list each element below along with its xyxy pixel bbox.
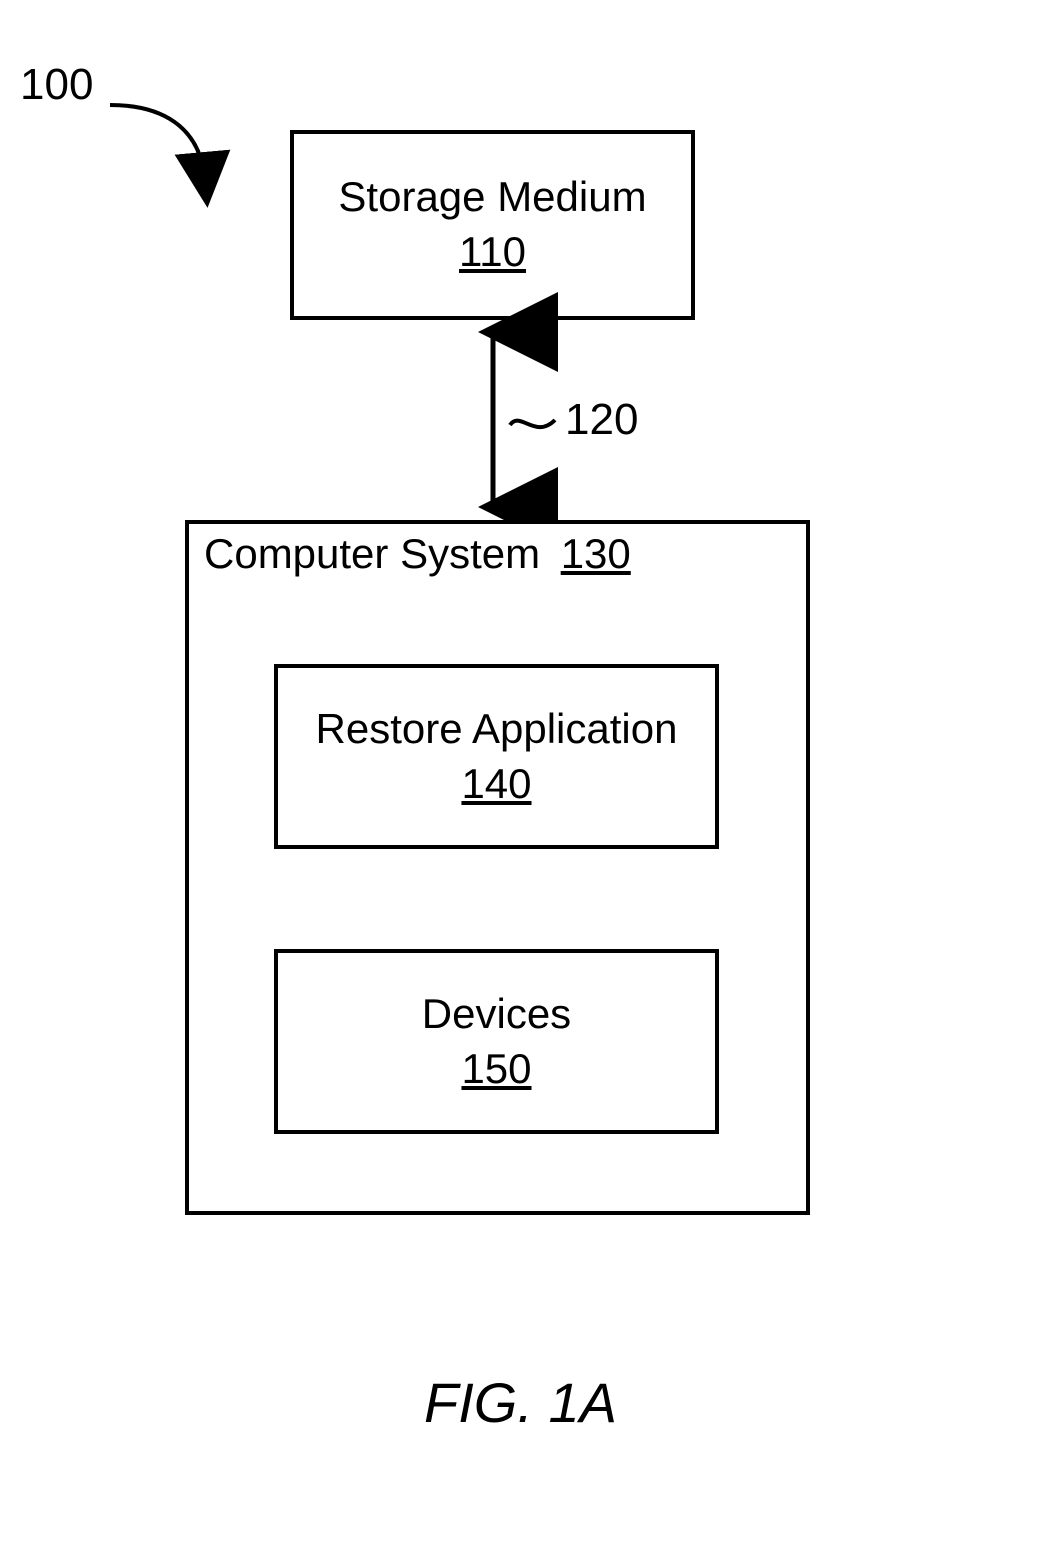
storage-num: 110: [459, 225, 526, 280]
system-ref-arrow: [100, 95, 230, 205]
restore-num: 140: [461, 757, 531, 812]
devices-title: Devices: [422, 987, 571, 1042]
computer-num: 130: [561, 530, 631, 577]
computer-title-space: [545, 530, 557, 577]
storage-title: Storage Medium: [338, 170, 646, 225]
devices-box: Devices 150: [274, 949, 719, 1134]
restore-title: Restore Application: [316, 702, 678, 757]
figure-label: FIG. 1A: [0, 1370, 1041, 1435]
connector-arrow: [478, 320, 508, 520]
devices-num: 150: [461, 1042, 531, 1097]
computer-title: Computer System: [204, 530, 540, 577]
restore-app-box: Restore Application 140: [274, 664, 719, 849]
connector-ref-label: 120: [565, 395, 638, 445]
computer-system-box: Computer System 130 Restore Application …: [185, 520, 810, 1215]
system-ref-label: 100: [20, 60, 93, 110]
storage-medium-box: Storage Medium 110: [290, 130, 695, 320]
connector-tilde: [505, 400, 565, 440]
